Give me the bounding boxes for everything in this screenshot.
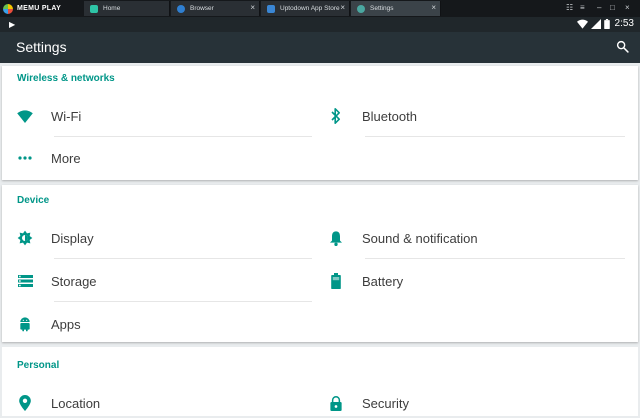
- divider: [54, 301, 312, 302]
- play-store-icon: ▶: [9, 20, 16, 29]
- setting-wifi[interactable]: Wi-Fi: [14, 101, 304, 131]
- storage-icon: [14, 275, 36, 287]
- setting-more[interactable]: More: [14, 143, 304, 173]
- tab-label: Settings: [370, 5, 394, 12]
- menu-icon[interactable]: ≡: [580, 3, 585, 13]
- uptodown-app-icon: [267, 4, 275, 13]
- browser-app-icon: [177, 4, 185, 13]
- setting-label: Bluetooth: [362, 108, 417, 124]
- divider: [54, 258, 312, 259]
- setting-storage[interactable]: Storage: [14, 266, 304, 296]
- bluetooth-icon: [325, 108, 347, 124]
- setting-location[interactable]: Location: [14, 388, 304, 418]
- page-title: Settings: [16, 39, 67, 55]
- lock-icon: [325, 395, 347, 411]
- clock: 2:53: [614, 18, 634, 29]
- setting-sound-notification[interactable]: Sound & notification: [325, 223, 625, 253]
- setting-battery[interactable]: Battery: [325, 266, 625, 296]
- close-icon[interactable]: ×: [431, 4, 436, 12]
- tab-label: Browser: [190, 5, 214, 12]
- android-status-bar: ▶ 2:53: [0, 17, 640, 32]
- setting-bluetooth[interactable]: Bluetooth: [325, 101, 625, 131]
- divider: [365, 136, 625, 137]
- menu-grid-icon[interactable]: ☷: [566, 3, 573, 13]
- wifi-icon: [14, 109, 36, 123]
- section-title: Wireless & networks: [17, 73, 115, 84]
- battery-icon: [325, 273, 347, 289]
- minimize-icon[interactable]: –: [597, 3, 601, 13]
- memu-logo: MEMU PLAY: [3, 3, 61, 14]
- search-icon[interactable]: [616, 40, 629, 53]
- battery-icon: [603, 18, 610, 29]
- divider: [365, 258, 625, 259]
- emulator-title-bar: MEMU PLAY Home Browser × Uptodown App St…: [0, 0, 640, 17]
- section-wireless-networks: Wireless & networks Wi-Fi Bluetooth More: [2, 66, 638, 180]
- home-app-icon: [90, 4, 98, 13]
- setting-label: Wi-Fi: [51, 108, 82, 124]
- action-bar: Settings: [0, 32, 640, 63]
- section-device: Device Display Sound & notification Stor…: [2, 185, 638, 342]
- setting-label: Storage: [51, 273, 97, 289]
- tab-home[interactable]: Home: [84, 1, 170, 16]
- maximize-icon[interactable]: □: [610, 3, 615, 13]
- tab-settings[interactable]: Settings ×: [351, 1, 441, 16]
- setting-security[interactable]: Security: [325, 388, 625, 418]
- notification-bell-icon: [325, 230, 347, 246]
- setting-display[interactable]: Display: [14, 223, 304, 253]
- close-icon[interactable]: ×: [340, 4, 345, 12]
- section-personal: Personal Location Security: [2, 347, 638, 416]
- cell-signal-icon: [590, 18, 601, 29]
- setting-label: Battery: [362, 273, 404, 289]
- tab-label: Home: [103, 5, 121, 12]
- setting-label: Sound & notification: [362, 230, 478, 246]
- setting-label: Apps: [51, 316, 81, 332]
- brightness-icon: [14, 230, 36, 246]
- setting-label: Display: [51, 230, 94, 246]
- section-title: Personal: [17, 360, 60, 371]
- section-title: Device: [17, 195, 50, 206]
- setting-label: Security: [362, 395, 409, 411]
- setting-label: Location: [51, 395, 101, 411]
- memu-logo-icon: [3, 3, 13, 14]
- tab-label: Uptodown App Store: [280, 5, 340, 12]
- settings-app-icon: [357, 4, 365, 13]
- tab-browser[interactable]: Browser ×: [171, 1, 260, 16]
- android-icon: [14, 316, 36, 332]
- brand-name: MEMU PLAY: [17, 5, 62, 12]
- setting-apps[interactable]: Apps: [14, 309, 304, 339]
- divider: [54, 136, 312, 137]
- wifi-signal-icon: [576, 19, 588, 29]
- location-pin-icon: [14, 395, 36, 411]
- tab-uptodown[interactable]: Uptodown App Store ×: [261, 1, 350, 16]
- setting-label: More: [51, 150, 81, 166]
- more-horiz-icon: [14, 156, 36, 160]
- window-close-icon[interactable]: ×: [625, 3, 630, 13]
- close-icon[interactable]: ×: [250, 4, 255, 12]
